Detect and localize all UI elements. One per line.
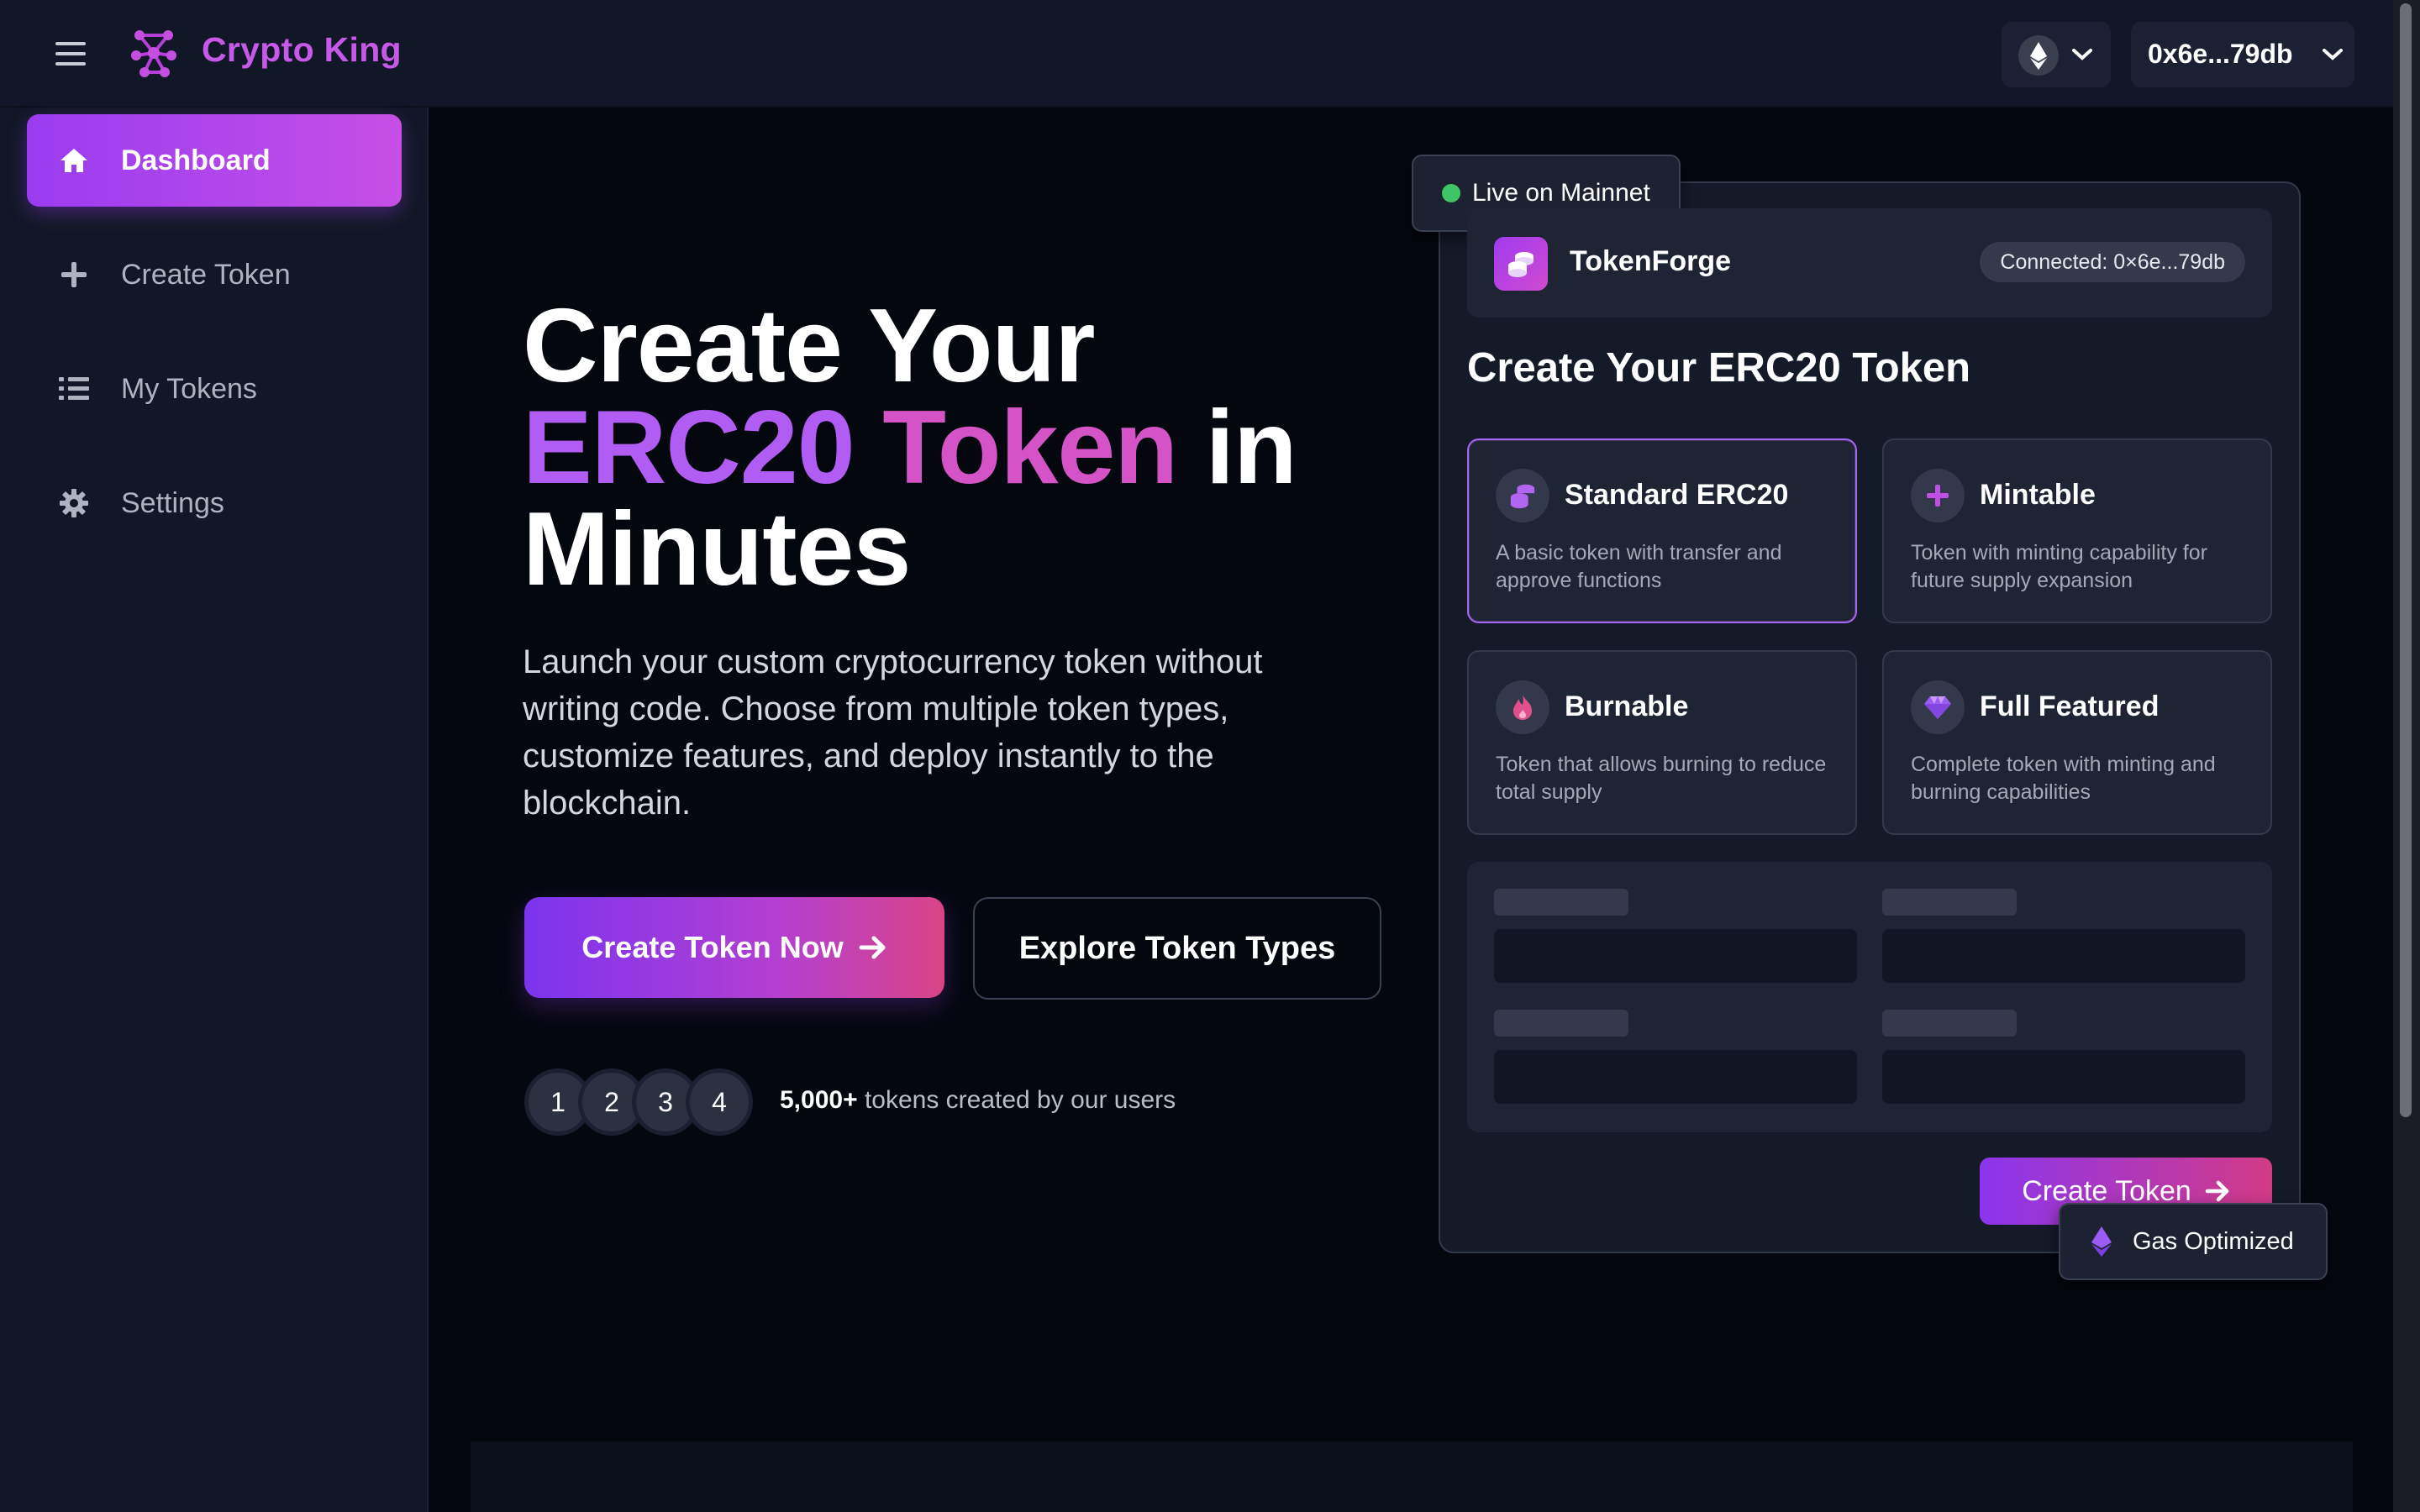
skeleton-label [1882,1010,2017,1037]
sidebar-item-create-token[interactable]: Create Token [27,228,402,321]
hero-title-line-2: ERC20 Token in [523,396,1297,500]
sidebar-item-label: Dashboard [121,144,271,176]
gear-icon [57,486,91,520]
arrow-right-icon [2205,1179,2230,1203]
network-logo-icon [128,25,180,81]
app-name: TokenForge [1570,245,1732,277]
sidebar-item-dashboard[interactable]: Dashboard [27,114,402,207]
scrollbar-thumb[interactable] [2400,3,2412,1117]
hero-title-line-1: Create Your [523,288,1095,404]
ethereum-icon [2091,1226,2112,1257]
wallet-address: 0x6e...79db [2148,39,2293,69]
plus-icon [57,258,91,291]
option-description: Token with minting capability for future… [1911,541,2207,592]
create-token-now-label: Create Token Now [581,930,844,964]
option-name: Mintable [1980,479,2096,511]
option-description: A basic token with transfer and approve … [1496,541,1782,592]
hero-description: Launch your custom cryptocurrency token … [523,643,1263,822]
hamburger-menu-icon[interactable] [52,37,89,71]
next-section-edge [471,1441,2353,1512]
coins-icon [1496,469,1549,522]
sidebar-item-my-tokens[interactable]: My Tokens [27,343,402,435]
skeleton-label [1494,889,1628,916]
plus-icon [1911,469,1965,522]
fire-icon [1496,680,1549,734]
skeleton-input [1882,1050,2245,1104]
sidebar-item-label: Create Token [121,258,291,291]
hero-title-line-3: Minutes [523,491,911,607]
sidebar-item-settings[interactable]: Settings [27,457,402,549]
connected-status-pill: Connected: 0×6e...79db [1980,242,2245,282]
chevron-down-icon [2070,45,2094,64]
option-description: Token that allows burning to reduce tota… [1496,753,1827,804]
skeleton-input [1882,929,2245,983]
sidebar-item-label: Settings [121,486,224,519]
hero-title-erc: ERC20 [523,390,855,506]
arrow-right-icon [859,935,887,960]
option-full-featured[interactable]: Full Featured Complete token with mintin… [1882,650,2272,835]
gas-optimized-badge: Gas Optimized [2059,1203,2328,1280]
wallet-selector[interactable]: 0x6e...79db [2131,22,2354,87]
brand-name[interactable]: Crypto King [202,30,402,70]
explore-token-types-button[interactable]: Explore Token Types [973,897,1381,1000]
list-icon [57,372,91,406]
chevron-down-icon [2321,45,2344,64]
coins-icon [1494,237,1548,291]
gem-icon [1911,680,1965,734]
ethereum-icon [2018,35,2059,76]
stat-text: tokens created by our users [864,1086,1176,1114]
option-standard-erc20[interactable]: Standard ERC20 A basic token with transf… [1467,438,1857,623]
token-form-placeholder [1467,862,2272,1132]
stat-number: 5,000+ [780,1086,858,1114]
skeleton-label [1494,1010,1628,1037]
top-bar: Crypto King 0x6e...79db [0,0,2393,108]
card-title: Create Your ERC20 Token [1467,345,1971,391]
avatar: 4 [686,1068,753,1136]
hero-title-token: Token [882,390,1178,506]
option-name: Full Featured [1980,690,2160,722]
option-description: Complete token with minting and burning … [1911,753,2216,804]
home-icon [57,144,91,177]
hero-title: Create Your ERC20 Token in Minutes [523,288,1297,607]
option-mintable[interactable]: Mintable Token with minting capability f… [1882,438,2272,623]
skeleton-input [1494,1050,1857,1104]
skeleton-label [1882,889,2017,916]
hero-title-in: in [1205,390,1297,506]
gas-badge-label: Gas Optimized [2133,1227,2294,1255]
sidebar: Dashboard Create Token My Tokens Setting… [0,108,429,1512]
option-name: Burnable [1565,690,1689,722]
live-badge-label: Live on Mainnet [1472,179,1650,207]
option-burnable[interactable]: Burnable Token that allows burning to re… [1467,650,1857,835]
create-token-now-button[interactable]: Create Token Now [524,897,944,998]
skeleton-input [1494,929,1857,983]
scrollbar[interactable] [2393,0,2420,1512]
card-header: TokenForge Connected: 0×6e...79db [1467,208,2272,318]
live-status-dot-icon [1442,184,1460,202]
tokens-created-stat: 5,000+ tokens created by our users [780,1086,1176,1115]
network-selector[interactable] [2002,22,2111,87]
option-name: Standard ERC20 [1565,479,1789,511]
sidebar-item-label: My Tokens [121,372,257,405]
